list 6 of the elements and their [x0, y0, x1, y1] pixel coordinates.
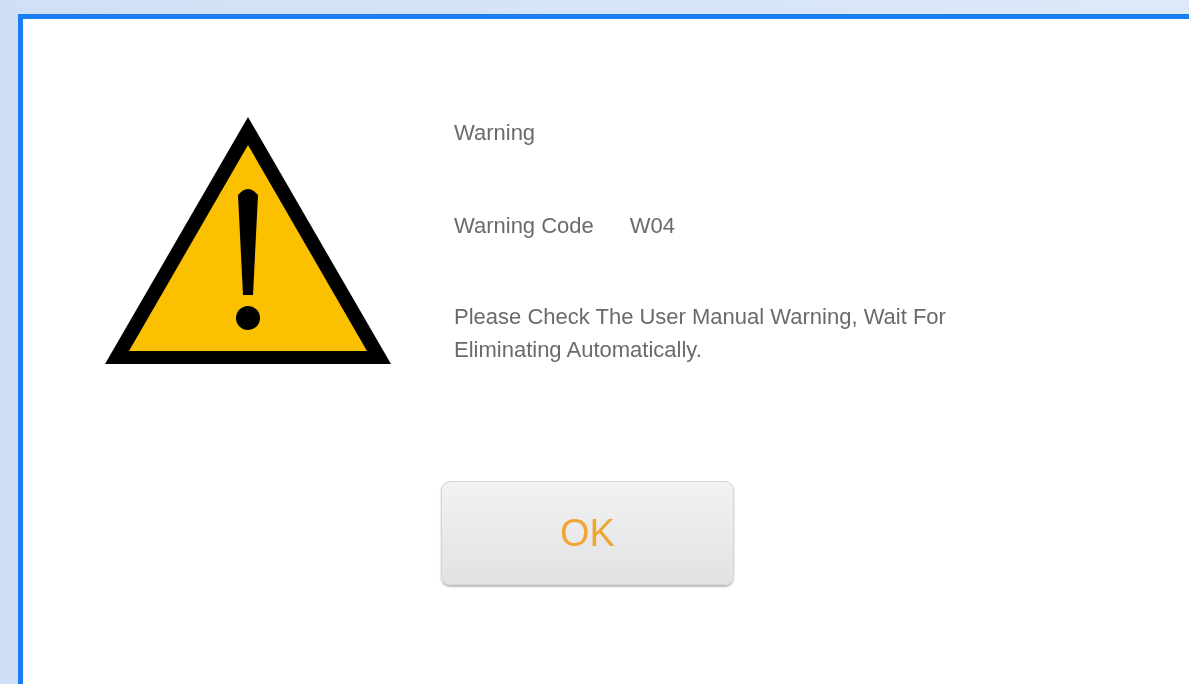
field-label: Warning Code [454, 213, 594, 239]
warning-message: Please Check The User Manual Warning, Wait For Eliminating Automatically. [454, 303, 947, 364]
dialog-title: Warning [454, 120, 536, 146]
ok-button[interactable]: OK [441, 481, 734, 585]
warning-icon [103, 115, 393, 366]
field-value: W04 [629, 213, 676, 239]
